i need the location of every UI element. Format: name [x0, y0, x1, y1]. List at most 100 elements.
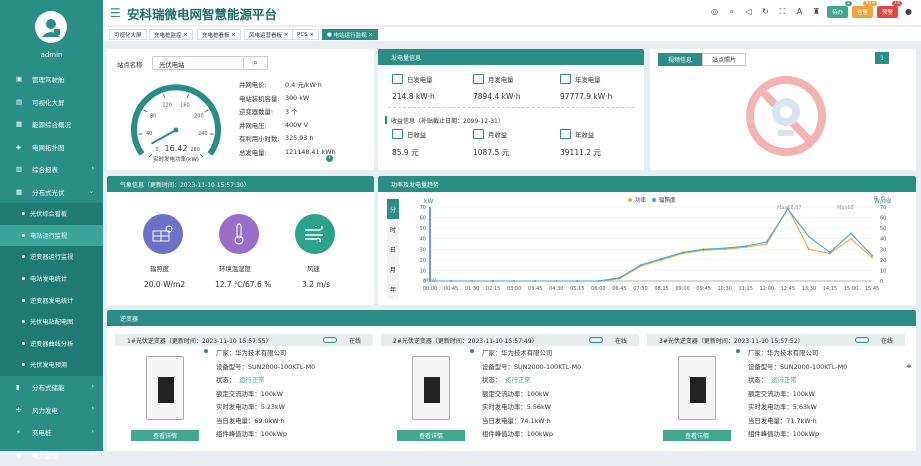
bullet-icon: [204, 349, 208, 353]
menu-toggle-icon[interactable]: ☰: [110, 6, 121, 20]
tab-wind-board[interactable]: 风电运营看板 ×: [244, 29, 293, 40]
page-number[interactable]: 1: [875, 52, 889, 64]
tab-minute[interactable]: 分: [387, 199, 399, 219]
inverter-status: 在线: [881, 336, 893, 345]
tab-station-monitor[interactable]: ● 电站运行监视 ×: [322, 29, 378, 40]
chevron-right-icon: ›: [92, 450, 94, 457]
gauge-tick-label: 0: [155, 147, 158, 153]
day-gen-label: 日发电量: [407, 75, 433, 84]
x-tick-label: 14:15: [823, 286, 837, 292]
sidebar-sub-station-monitor[interactable]: 电站运行监视: [0, 225, 103, 247]
inverter-card-title: 逆变器: [107, 310, 916, 326]
tab-video[interactable]: 视频信息: [658, 53, 702, 66]
sidebar-item-reports[interactable]: ▥综合报表›: [0, 158, 103, 181]
inverter-image: [678, 356, 716, 420]
station-info-key: 有利用小时数:: [239, 134, 280, 143]
station-search-button[interactable]: ⌕: [244, 56, 268, 70]
sidebar-item-pv[interactable]: ▦分布式光伏⌄: [0, 181, 103, 204]
sidebar-item-overview[interactable]: ▦能源综合概况: [0, 113, 103, 136]
power-gauge: 04080120160200240280 16.42 实时发电功率(kW): [121, 75, 231, 169]
x-tick-label: 04:30: [549, 286, 563, 292]
tab-pcs[interactable]: PCS ×: [292, 29, 319, 40]
view-details-button[interactable]: 查看详情: [663, 430, 731, 441]
sidebar-item-charger[interactable]: ⚡充电桩›: [0, 421, 103, 444]
todo-button[interactable]: 待办2: [827, 6, 848, 18]
scroll-handle[interactable]: ≑: [906, 362, 912, 370]
status-toggle[interactable]: [855, 337, 869, 343]
y-tick-label: 20: [420, 258, 426, 264]
status-toggle[interactable]: [589, 337, 603, 343]
refresh-icon[interactable]: ↻: [759, 5, 772, 18]
y2-tick-label: 50: [880, 226, 886, 232]
irradiance-value: 20.0 W/m2: [144, 280, 185, 289]
sidebar-sub-pv-board[interactable]: 光伏综合看板: [0, 203, 103, 225]
view-details-button[interactable]: 查看详情: [397, 430, 465, 441]
x-tick-label: 00:45: [444, 286, 458, 292]
sidebar-item-label: 光伏综合看板: [30, 209, 67, 218]
sidebar-item-label: 充电桩: [32, 427, 52, 437]
status-toggle[interactable]: [323, 337, 337, 343]
tab-hour[interactable]: 时: [387, 219, 399, 239]
tab-bigscreen[interactable]: 可视化大屏: [109, 29, 147, 40]
fullscreen-icon[interactable]: ⛶: [776, 5, 789, 18]
inverter-header-text: 2#光伏逆变器（更新时间：2023-11-10 15:57:49）: [393, 336, 538, 345]
sidebar-sub-curve[interactable]: 逆变器曲线分析: [0, 333, 103, 355]
theme-icon[interactable]: ◎: [708, 5, 721, 18]
inverter-today: 当日发电量：69.0kW·h: [216, 416, 285, 425]
year-gen-value: 97777.9 kW·h: [560, 92, 612, 101]
temperature-label: 环境温湿度: [219, 264, 251, 273]
gauge-tick: [163, 94, 164, 98]
power-trend-card: 功率及发电量趋势 分 时 日 月 年 kW W/m2 功率 辐照度 Max68.…: [378, 176, 916, 305]
sidebar-sub-inverter-stats[interactable]: 逆变器发电统计: [0, 289, 103, 311]
sidebar-sub-forecast[interactable]: 光伏发电预测: [0, 354, 103, 376]
month-gen-icon: [473, 74, 484, 84]
sidebar-item-cockpit[interactable]: ▣管理驾驶舱: [0, 68, 103, 91]
sidebar-item-bigscreen[interactable]: ▤可视化大屏: [0, 91, 103, 114]
tab-label: 充电桩监控: [154, 31, 182, 39]
search-icon[interactable]: ⌕: [725, 5, 738, 18]
tab-photo[interactable]: 站点照片: [702, 53, 746, 66]
gauge-needle: [152, 130, 176, 144]
no-camera-icon: [745, 72, 827, 160]
inverter-model: 设备型号：SUN2000-100KTL-M0: [482, 362, 581, 371]
sidebar-sub-inverter-monitor[interactable]: 逆变器运行监视: [0, 246, 103, 268]
sidebar-sub-distribution[interactable]: 光伏电站配电图: [0, 311, 103, 333]
inverter-group: 组件峰值功率：100kWp: [482, 429, 553, 438]
info-icon[interactable]: i: [326, 155, 333, 162]
station-select[interactable]: 光伏电站: [152, 56, 244, 70]
inverter-state-key: 状态：: [216, 375, 235, 384]
tab-year[interactable]: 年: [387, 279, 399, 299]
user-icon[interactable]: ●: [902, 5, 915, 18]
text-size-icon[interactable]: A: [793, 5, 806, 18]
sidebar-item-power-monitor[interactable]: ◉电力监控›: [0, 443, 103, 466]
sidebar-item-label: 光伏发电预测: [30, 360, 67, 369]
year-income-value: 39111.2 元: [560, 147, 601, 158]
shirt-icon[interactable]: ♜: [810, 5, 823, 18]
chart-toolbox[interactable]: ⊕ ⟲ ⤓: [873, 195, 890, 203]
network-icon: ◈: [16, 143, 26, 151]
sidebar-item-topology[interactable]: ◈电网拓扑图: [0, 136, 103, 159]
sidebar-item-label: 分布式光伏: [32, 187, 65, 197]
tab-month[interactable]: 月: [387, 259, 399, 279]
view-details-button[interactable]: 查看详情: [131, 430, 199, 441]
screen-icon: ▤: [16, 98, 26, 106]
y-tick-label: 10: [420, 268, 426, 274]
tab-day[interactable]: 日: [387, 239, 399, 259]
inverter-panel: 1#光伏逆变器（更新时间：2023-11-10 15:57:55）在线查看详情厂…: [115, 334, 373, 445]
warning-button[interactable]: 预警14: [877, 6, 898, 18]
sidebar-item-storage[interactable]: ▮分布式储能›: [0, 376, 103, 399]
x-tick-label: 01:30: [465, 286, 479, 292]
sidebar-item-wind[interactable]: ✣风力发电›: [0, 398, 103, 421]
station-info-key: 并网电压:: [239, 121, 267, 130]
sidebar-sub-station-stats[interactable]: 电站发电统计: [0, 268, 103, 290]
alarm-button[interactable]: 告警99+: [852, 6, 873, 18]
tab-charger-board[interactable]: 充电桩看板 ×: [197, 29, 241, 40]
bullet-icon: [470, 349, 474, 353]
station-info-key: 并网电价:: [239, 80, 267, 89]
solar-icon: ▦: [16, 188, 26, 196]
tab-charger-monitor[interactable]: 充电桩监控 ×: [149, 29, 193, 40]
x-tick-label: 00:00: [423, 286, 437, 292]
sound-icon[interactable]: ◁: [742, 5, 755, 18]
avatar[interactable]: [35, 11, 67, 43]
weather-card-title: 气象信息（更新时间：2023-11-10 15:57:30）: [107, 176, 374, 192]
